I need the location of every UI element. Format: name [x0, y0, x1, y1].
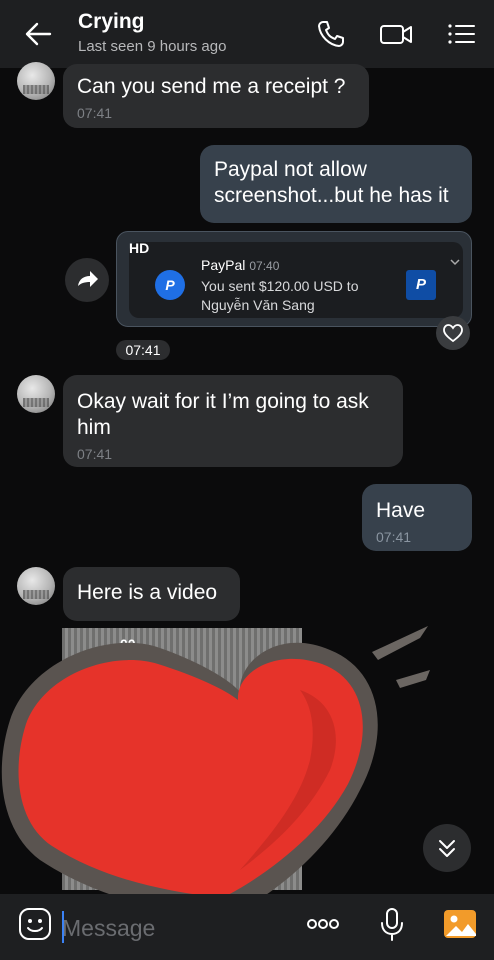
- hd-badge: HD: [129, 240, 150, 256]
- gallery-icon[interactable]: [442, 906, 478, 942]
- avatar[interactable]: [17, 62, 55, 100]
- message-bubble-incoming[interactable]: Okay wait for it I’m going to ask him 07…: [63, 375, 403, 467]
- avatar[interactable]: [17, 375, 55, 413]
- scroll-to-bottom-button[interactable]: [423, 824, 471, 872]
- message-bubble-incoming[interactable]: Can you send me a receipt ? 07:41: [63, 64, 369, 128]
- message-text: Have: [376, 499, 426, 522]
- forward-button[interactable]: [65, 258, 109, 302]
- double-chevron-down-icon: [439, 840, 455, 857]
- microphone-icon[interactable]: [374, 906, 410, 942]
- paypal-logo-icon: P: [155, 270, 185, 300]
- message-text: Paypal not allow screenshot...but he has…: [214, 158, 449, 207]
- video-call-icon[interactable]: [378, 18, 414, 50]
- emoji-icon[interactable]: [17, 906, 53, 942]
- paypal-notification: P PayPal 07:40 You sent $120.00 USD to Ng…: [129, 242, 463, 318]
- image-message[interactable]: P PayPal 07:40 You sent $120.00 USD to Ng…: [116, 231, 472, 327]
- chevron-down-icon: [450, 259, 460, 266]
- message-bubble-outgoing[interactable]: Have 07:41: [362, 484, 472, 551]
- message-input[interactable]: [62, 910, 262, 946]
- chat-header: Crying Last seen 9 hours ago: [0, 0, 494, 68]
- message-time: 07:41: [77, 105, 113, 121]
- message-bubble-outgoing[interactable]: Paypal not allow screenshot...but he has…: [200, 145, 472, 223]
- heart-outline-icon: [443, 324, 463, 343]
- notification-body: You sent $120.00 USD to Nguyễn Văn Sang: [201, 277, 401, 315]
- back-arrow-icon[interactable]: [22, 18, 54, 50]
- react-heart-button[interactable]: [436, 316, 470, 350]
- notification-app-name: PayPal 07:40: [201, 257, 279, 273]
- forward-icon: [78, 271, 98, 287]
- message-text: Okay wait for it I’m going to ask him: [77, 390, 369, 439]
- notification-time: 07:40: [249, 259, 280, 273]
- app-name-text: PayPal: [201, 257, 246, 273]
- text-cursor: [62, 911, 64, 943]
- message-time: 07:41: [376, 529, 412, 545]
- more-options-icon[interactable]: [304, 906, 342, 942]
- menu-list-icon[interactable]: [445, 18, 477, 50]
- phone-icon[interactable]: [315, 18, 347, 50]
- last-seen-status: Last seen 9 hours ago: [78, 38, 227, 55]
- message-time: 07:41: [77, 446, 113, 462]
- contact-name[interactable]: Crying: [78, 10, 145, 34]
- message-text: Can you send me a receipt ?: [77, 75, 346, 98]
- image-time-badge: 07:41: [116, 340, 170, 360]
- notification-line2: Nguyễn Văn Sang: [201, 297, 315, 313]
- notification-line1: You sent $120.00 USD to: [201, 278, 359, 294]
- heart-sticker: [1, 626, 430, 920]
- paypal-thumbnail-icon: P: [406, 270, 436, 300]
